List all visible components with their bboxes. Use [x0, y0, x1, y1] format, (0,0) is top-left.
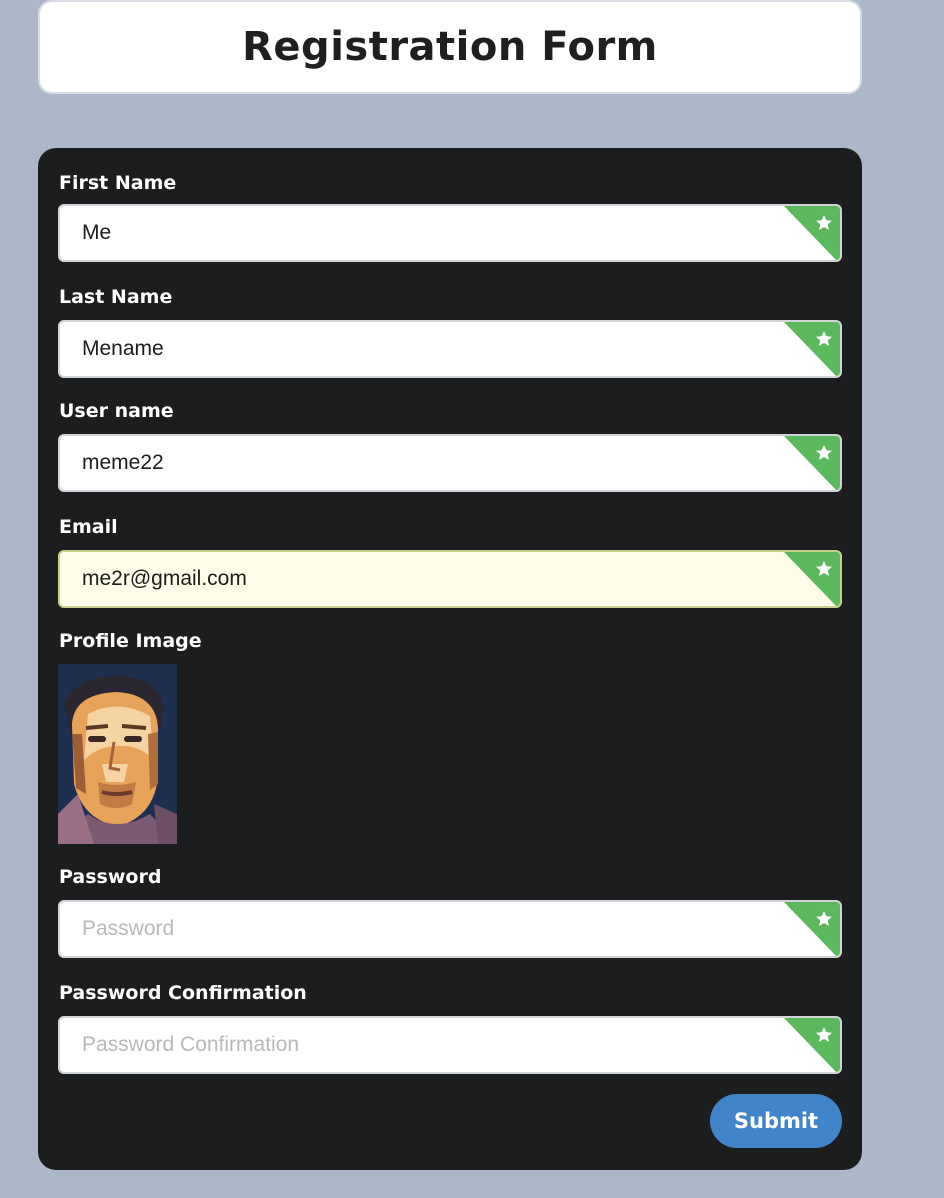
- username-input[interactable]: [60, 436, 840, 490]
- first-name-field: [58, 204, 842, 262]
- first-name-input[interactable]: [60, 206, 840, 260]
- page-title: Registration Form: [242, 24, 658, 70]
- title-card: Registration Form: [38, 0, 862, 94]
- profile-image-label: Profile Image: [59, 630, 202, 652]
- profile-image[interactable]: [58, 664, 177, 844]
- last-name-field: [58, 320, 842, 378]
- password-confirmation-label: Password Confirmation: [59, 982, 307, 1004]
- password-confirmation-field: [58, 1016, 842, 1074]
- email-input[interactable]: [60, 552, 840, 606]
- registration-form: First Name Last Name User name Email Pro…: [38, 148, 862, 1170]
- email-label: Email: [59, 516, 118, 538]
- first-name-label: First Name: [59, 172, 177, 194]
- password-input[interactable]: [60, 902, 840, 956]
- last-name-input[interactable]: [60, 322, 840, 376]
- submit-button[interactable]: Submit: [710, 1094, 842, 1148]
- username-label: User name: [59, 400, 174, 422]
- password-confirmation-input[interactable]: [60, 1018, 840, 1072]
- password-field: [58, 900, 842, 958]
- last-name-label: Last Name: [59, 286, 173, 308]
- password-label: Password: [59, 866, 162, 888]
- username-field: [58, 434, 842, 492]
- email-field: [58, 550, 842, 608]
